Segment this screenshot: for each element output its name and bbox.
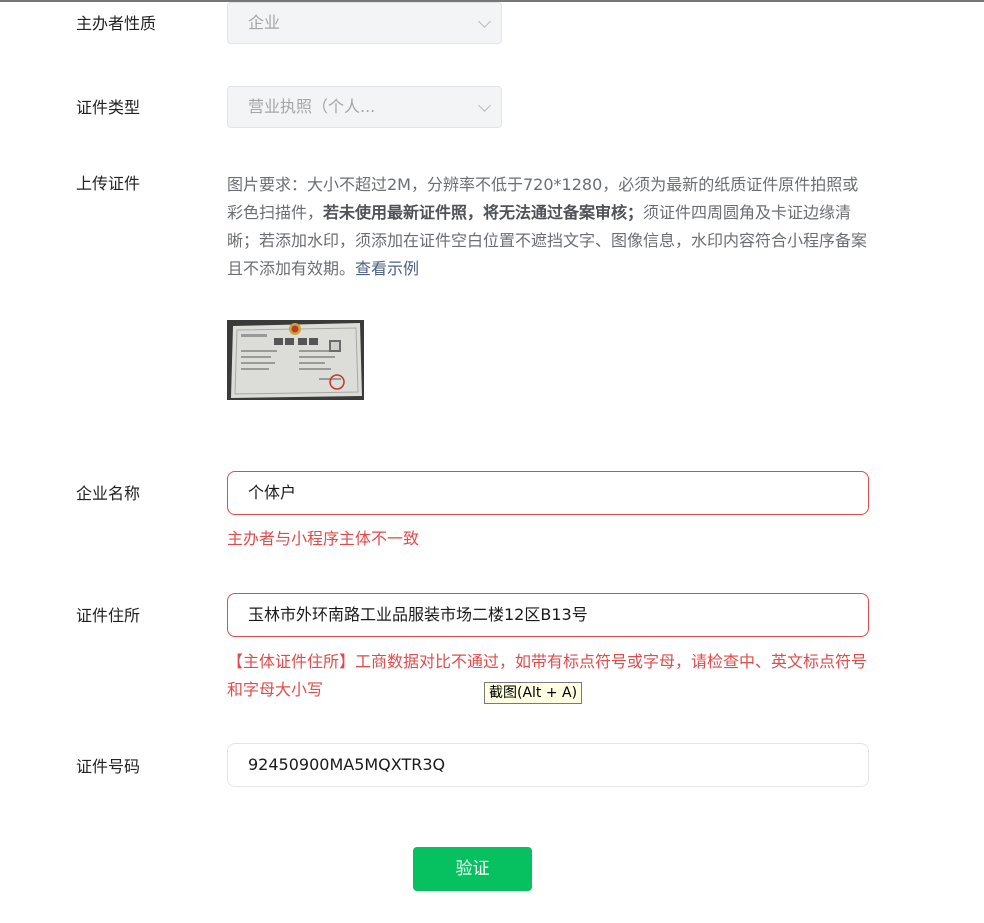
cert-number-label: 证件号码 bbox=[76, 757, 141, 776]
upload-label: 上传证件 bbox=[76, 174, 141, 193]
verify-button[interactable]: 验证 bbox=[413, 847, 532, 891]
chevron-down-icon bbox=[478, 15, 491, 28]
upload-requirements: 图片要求：大小不超过2M，分辨率不低于720*1280，必须为最新的纸质证件原件… bbox=[227, 171, 872, 283]
company-name-input[interactable]: 个体户 bbox=[227, 471, 869, 515]
view-example-link[interactable]: 查看示例 bbox=[355, 259, 419, 278]
company-name-label: 企业名称 bbox=[76, 484, 141, 503]
cert-type-label: 证件类型 bbox=[76, 98, 141, 117]
organizer-type-select[interactable]: 企业 bbox=[227, 2, 502, 44]
chevron-down-icon bbox=[478, 99, 491, 112]
cert-number-input[interactable]: 92450900MA5MQXTR3Q bbox=[227, 743, 869, 787]
license-image bbox=[227, 320, 364, 400]
screenshot-tooltip: 截图(Alt + A) bbox=[484, 682, 583, 704]
cert-type-value: 营业执照（个人... bbox=[248, 97, 376, 116]
organizer-type-value: 企业 bbox=[248, 13, 281, 32]
cert-type-select[interactable]: 营业执照（个人... bbox=[227, 86, 502, 128]
organizer-type-label: 主办者性质 bbox=[76, 14, 157, 33]
upload-desc-warning: 若未使用最新证件照，将无法通过备案审核； bbox=[323, 203, 644, 222]
cert-address-input[interactable]: 玉林市外环南路工业品服装市场二楼12区B13号 bbox=[227, 593, 869, 637]
company-name-error: 主办者与小程序主体不一致 bbox=[227, 529, 420, 548]
cert-address-label: 证件住所 bbox=[76, 606, 141, 625]
uploaded-license-thumbnail[interactable] bbox=[227, 320, 364, 400]
